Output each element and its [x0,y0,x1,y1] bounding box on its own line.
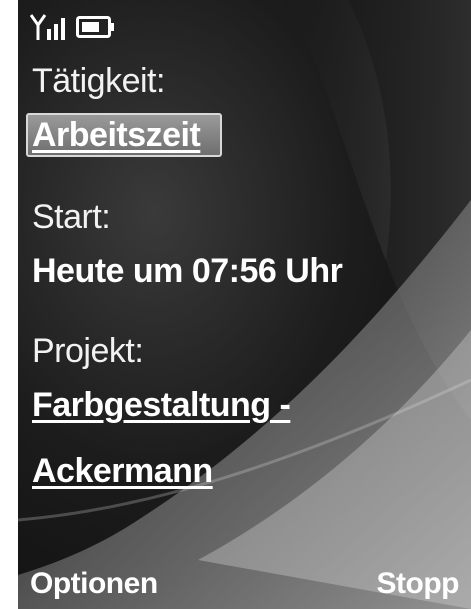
project-value-link-line2[interactable]: Ackermann [32,452,213,491]
softkey-stop[interactable]: Stopp [377,567,460,601]
activity-value-link[interactable]: Arbeitszeit [32,116,201,155]
main-content: Tätigkeit: Arbeitszeit Start: Heute um 0… [18,0,471,609]
project-label: Projekt: [32,332,144,370]
battery-icon [76,16,114,38]
phone-frame: Tätigkeit: Arbeitszeit Start: Heute um 0… [0,0,471,609]
softkey-options[interactable]: Optionen [30,567,158,601]
activity-label: Tätigkeit: [32,62,165,100]
phone-screen: Tätigkeit: Arbeitszeit Start: Heute um 0… [18,0,471,609]
signal-bars-icon [30,14,65,40]
start-value: Heute um 07:56 Uhr [32,252,343,290]
start-label: Start: [32,198,111,236]
project-value-link-line1[interactable]: Farbgestaltung - [32,386,291,425]
